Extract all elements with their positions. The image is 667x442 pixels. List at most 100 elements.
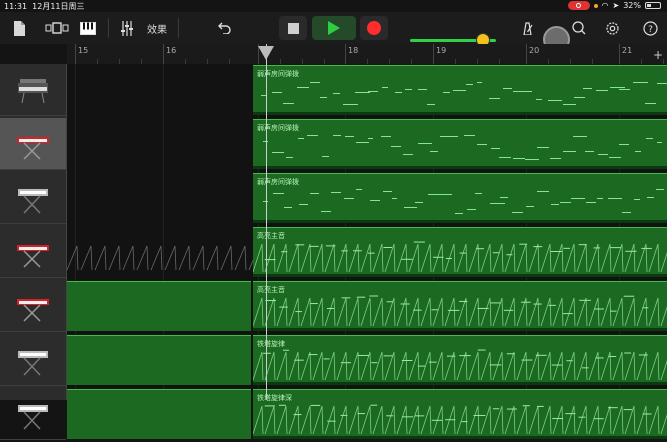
midi-note bbox=[622, 212, 632, 214]
midi-note bbox=[381, 136, 391, 138]
track-header[interactable] bbox=[0, 172, 66, 224]
midi-note bbox=[619, 89, 630, 91]
my-songs-button[interactable] bbox=[8, 12, 30, 44]
play-button[interactable] bbox=[312, 16, 356, 40]
screen-record-indicator-icon[interactable] bbox=[567, 1, 590, 10]
music-region[interactable]: 铁塔旋律深 bbox=[253, 389, 667, 439]
midi-note bbox=[309, 81, 320, 83]
keyboard-stand-icon bbox=[18, 189, 48, 214]
track-lane[interactable]: 弱声房间弹拨 bbox=[67, 172, 667, 226]
midi-note bbox=[634, 151, 642, 153]
track-lane[interactable]: 铁塔旋律 bbox=[67, 334, 667, 388]
ruler-bar-number: 15 bbox=[78, 46, 89, 55]
midi-note bbox=[298, 138, 304, 140]
ruler-bar-number: 20 bbox=[529, 46, 540, 55]
midi-note bbox=[512, 157, 525, 159]
music-region[interactable]: 弱声房间弹拨 bbox=[253, 65, 667, 115]
help-icon: ? bbox=[642, 20, 658, 36]
instrument-view-button[interactable] bbox=[78, 12, 98, 44]
track-header[interactable] bbox=[0, 64, 66, 116]
record-button[interactable] bbox=[360, 16, 388, 40]
track-lane[interactable]: 弱声房间弹拨 bbox=[67, 64, 667, 118]
play-icon bbox=[328, 21, 340, 35]
svg-text:?: ? bbox=[648, 25, 653, 35]
midi-note bbox=[646, 196, 655, 198]
track-header[interactable] bbox=[0, 334, 66, 386]
track-header[interactable] bbox=[0, 280, 66, 332]
midi-note bbox=[535, 99, 543, 101]
midi-note bbox=[355, 141, 369, 143]
help-button[interactable]: ? bbox=[640, 12, 660, 44]
track-header[interactable] bbox=[0, 118, 66, 170]
midi-note bbox=[489, 203, 505, 205]
midi-note bbox=[657, 142, 663, 144]
region-waveform bbox=[253, 349, 667, 381]
playhead-line[interactable] bbox=[266, 44, 267, 400]
midi-note bbox=[428, 194, 441, 196]
midi-note bbox=[285, 156, 293, 158]
music-region[interactable]: 铁塔旋律 bbox=[253, 335, 667, 385]
music-region[interactable]: 高亮主音 bbox=[253, 227, 667, 277]
music-region[interactable] bbox=[67, 281, 251, 331]
battery-percent: 32% bbox=[623, 1, 641, 10]
music-region[interactable]: 弱声房间弹拨 bbox=[253, 173, 667, 223]
region-footer bbox=[253, 382, 667, 385]
track-lane[interactable]: 弱声房间弹拨 bbox=[67, 118, 667, 172]
region-footer bbox=[253, 328, 667, 331]
ruler-bar-line bbox=[345, 44, 346, 64]
track-lane[interactable]: 铁塔旋律深 bbox=[67, 388, 667, 442]
midi-note bbox=[476, 82, 483, 84]
midi-note bbox=[536, 146, 549, 148]
midi-note bbox=[333, 92, 340, 94]
midi-note bbox=[655, 189, 665, 191]
ruler-bar-line bbox=[163, 44, 164, 64]
music-region[interactable] bbox=[67, 389, 251, 439]
tracks-area: 弱声房间弹拨 弱声房间弹拨 弱声房间弹拨 高亮主音 高亮主音 铁塔旋律 铁塔旋律深 bbox=[0, 64, 667, 440]
track-header[interactable] bbox=[0, 388, 66, 440]
midi-note bbox=[381, 87, 389, 89]
browser-view-icon bbox=[45, 22, 69, 34]
midi-note bbox=[644, 102, 656, 104]
midi-note bbox=[548, 99, 562, 101]
midi-note bbox=[585, 150, 595, 152]
add-section-plus-icon[interactable]: + bbox=[653, 48, 663, 62]
midi-note bbox=[632, 82, 648, 84]
song-settings-button[interactable] bbox=[602, 12, 622, 44]
undo-button[interactable] bbox=[214, 12, 236, 44]
midi-note bbox=[524, 91, 533, 93]
midi-note bbox=[560, 202, 571, 204]
track-lanes[interactable]: 弱声房间弹拨 弱声房间弹拨 弱声房间弹拨 高亮主音 高亮主音 铁塔旋律 铁塔旋律深 bbox=[67, 64, 667, 439]
effects-button[interactable]: 效果 bbox=[142, 12, 172, 44]
metronome-button[interactable] bbox=[518, 12, 536, 44]
undo-icon bbox=[218, 22, 231, 34]
midi-note bbox=[453, 90, 466, 92]
music-region[interactable]: 弱声房间弹拨 bbox=[253, 119, 667, 169]
stop-button[interactable] bbox=[279, 16, 307, 40]
wifi-icon: ◠ bbox=[601, 1, 609, 10]
midi-note bbox=[537, 191, 550, 193]
track-lane[interactable]: 高亮主音 bbox=[67, 226, 667, 280]
midi-note bbox=[454, 212, 464, 214]
signal-dot-icon bbox=[593, 3, 598, 8]
midi-note bbox=[442, 92, 450, 94]
midi-note bbox=[466, 208, 476, 210]
timeline-ruler[interactable]: + 15161718192021 bbox=[67, 44, 667, 65]
browser-button[interactable] bbox=[44, 12, 72, 44]
midi-note bbox=[585, 201, 597, 203]
loop-browser-button[interactable] bbox=[570, 12, 588, 44]
mixer-button[interactable] bbox=[116, 12, 138, 44]
midi-note bbox=[307, 134, 318, 136]
midi-note bbox=[331, 192, 342, 194]
midi-note bbox=[391, 146, 401, 148]
track-lane[interactable]: 高亮主音 bbox=[67, 280, 667, 334]
playhead-handle[interactable] bbox=[258, 46, 274, 60]
track-header[interactable] bbox=[0, 226, 66, 278]
midi-note bbox=[573, 96, 585, 98]
music-region[interactable]: 高亮主音 bbox=[253, 281, 667, 331]
ruler-bar-number: 19 bbox=[436, 46, 447, 55]
record-icon bbox=[367, 21, 381, 35]
music-region[interactable] bbox=[67, 335, 251, 385]
midi-note bbox=[369, 199, 381, 201]
piano-keys-icon bbox=[80, 21, 96, 35]
midi-note bbox=[283, 207, 292, 209]
